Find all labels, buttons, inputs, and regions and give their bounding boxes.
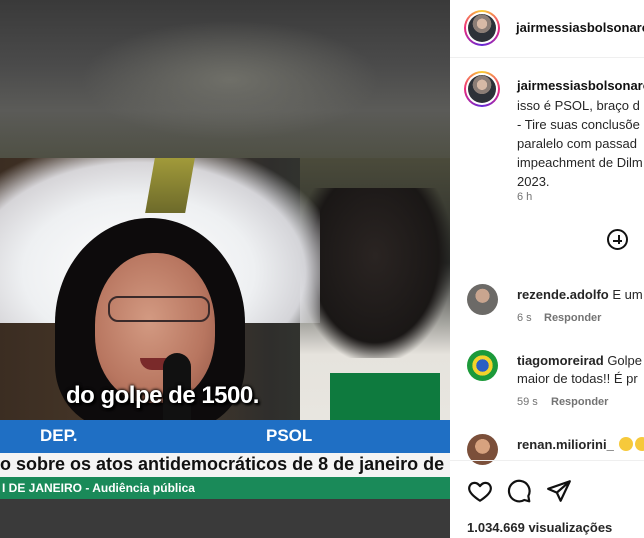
post-video[interactable]: do golpe de 1500. DEP. PSOL o sobre os a… <box>0 0 450 538</box>
post-caption: isso é PSOL, braço d - Tire suas conclus… <box>517 98 643 189</box>
comment-time[interactable]: 59 s <box>517 396 538 408</box>
post-side-panel: jairmessiasbolsonaro jairmessiasbolsonar… <box>450 0 644 538</box>
video-subtitle: do golpe de 1500. <box>66 382 259 409</box>
comment-item: renan.miliorini_ <box>517 437 644 452</box>
view-count: 1.034.669 visualizações <box>467 520 613 535</box>
post-time[interactable]: 6 h <box>517 191 532 203</box>
comment-item: tiagomoreirad Golpe <box>517 353 642 368</box>
tv-banner-location: I DE JANEIRO - Audiência pública <box>0 477 450 499</box>
actions-divider <box>450 460 644 461</box>
comment-username[interactable]: renan.miliorini_ <box>517 437 614 452</box>
commenter-avatar[interactable] <box>467 350 498 381</box>
commenter-avatar[interactable] <box>467 284 498 315</box>
reply-button[interactable]: Responder <box>551 396 608 408</box>
banner-party: PSOL <box>266 426 313 445</box>
caption-username[interactable]: jairmessiasbolsonaro <box>517 78 644 93</box>
post-header: jairmessiasbolsonaro <box>450 0 644 58</box>
laughing-emoji-icon <box>635 437 644 451</box>
comment-text: E um <box>612 287 643 302</box>
send-icon[interactable] <box>546 478 572 504</box>
comment-item: rezende.adolfo E um <box>517 287 643 302</box>
comment-time[interactable]: 6 s <box>517 312 532 324</box>
heart-icon[interactable] <box>467 478 493 504</box>
author-avatar[interactable] <box>464 10 500 46</box>
comment-text-continued: maior de todas!! É pr <box>517 371 638 386</box>
comment-icon[interactable] <box>506 478 532 504</box>
plus-circle-icon[interactable] <box>607 229 628 250</box>
comment-text: Golpe <box>607 353 643 368</box>
comment-username[interactable]: tiagomoreirad <box>517 353 604 368</box>
video-frame <box>0 158 450 420</box>
comment-username[interactable]: rezende.adolfo <box>517 287 609 302</box>
header-username[interactable]: jairmessiasbolsonaro <box>516 20 644 35</box>
banner-label: DEP. <box>40 426 78 445</box>
reply-button[interactable]: Responder <box>544 312 601 324</box>
banner-location-text: I DE JANEIRO - Audiência pública <box>2 481 195 495</box>
banner-ticker-text: o sobre os atos antidemocráticos de 8 de… <box>0 454 445 474</box>
tv-banner-ticker: o sobre os atos antidemocráticos de 8 de… <box>0 453 450 477</box>
laughing-emoji-icon <box>619 437 634 451</box>
tv-banner-name: DEP. PSOL <box>0 420 450 453</box>
caption-author-avatar[interactable] <box>464 71 500 107</box>
video-blurred-top <box>0 0 450 158</box>
speaker-face <box>95 253 215 403</box>
